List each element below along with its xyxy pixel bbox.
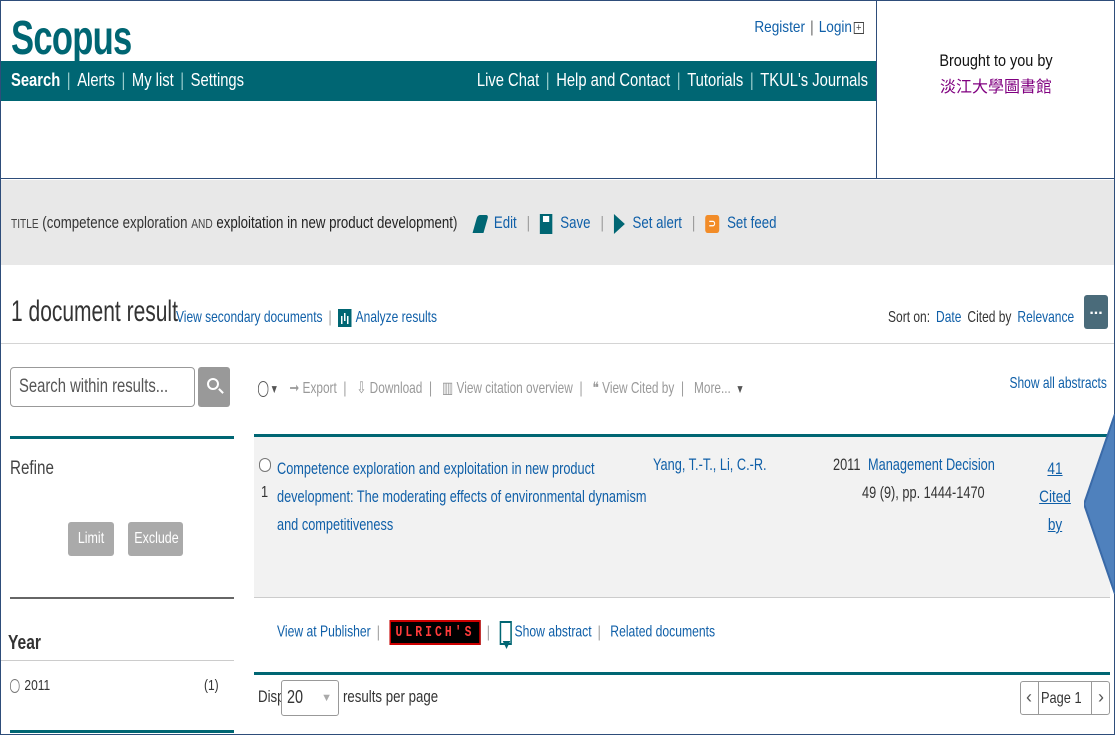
sort-label: Sort on:: [887, 309, 930, 326]
abstract-icon: [499, 620, 512, 649]
search-icon: [207, 378, 219, 390]
sort-controls: Sort on: Date Cited by Relevance: [888, 309, 1080, 327]
limit-to-button[interactable]: Limit to: [68, 522, 114, 581]
select-all-checkbox[interactable]: [258, 380, 269, 397]
per-page-select[interactable]: 20 ▼: [281, 680, 339, 716]
nav-live-chat[interactable]: Live Chat: [477, 70, 539, 90]
sort-cited-by[interactable]: Cited by: [967, 309, 1011, 326]
view-at-publisher-link[interactable]: View at Publisher: [277, 624, 371, 641]
download-button[interactable]: Download: [370, 380, 423, 397]
citation-overview-button[interactable]: View citation overview: [457, 380, 573, 397]
nav-tutorials[interactable]: Tutorials: [687, 70, 743, 90]
nav-search[interactable]: Search: [11, 70, 60, 90]
nav-journals[interactable]: TKUL's Journals: [760, 70, 868, 90]
chevron-down-icon: ▼: [321, 692, 332, 704]
query-term-2: exploitation in new product development: [216, 213, 453, 232]
page-indicator[interactable]: Page 1: [1041, 690, 1082, 708]
document-year: 2011: [833, 455, 861, 474]
save-icon: [540, 213, 553, 234]
result-actions: View at Publisher | ULRICH'S | Show abstra…: [277, 620, 715, 649]
institution-name: 淡江大學圖書館: [939, 79, 1052, 96]
result-number: 1: [261, 484, 269, 501]
nav-alerts[interactable]: Alerts: [77, 70, 115, 90]
main-navbar: Search | Alerts | My list | Settings Live Chat…: [1, 61, 876, 101]
related-documents-link[interactable]: Related documents: [610, 624, 715, 641]
search-within-input[interactable]: Search within results...: [10, 367, 195, 407]
callout-arrow: [1084, 414, 1115, 594]
login-link[interactable]: Login: [819, 19, 852, 36]
results-bottom-border: [254, 672, 1110, 675]
document-title-link[interactable]: Competence exploration and exploitation …: [277, 455, 647, 539]
year-checkbox[interactable]: [10, 679, 20, 694]
alert-icon: [613, 213, 625, 234]
nav-my-list[interactable]: My list: [132, 70, 174, 90]
institution-panel: Brought to you by 淡江大學圖書館: [876, 1, 1114, 179]
header-divider: [1, 178, 1114, 179]
results-header: 1 document result View secondary documen…: [1, 265, 1114, 340]
register-link[interactable]: Register: [754, 19, 805, 36]
document-source-link[interactable]: Management Decision: [868, 455, 995, 475]
show-abstract-link[interactable]: Show abstract: [515, 624, 592, 641]
export-button[interactable]: Export: [303, 380, 337, 397]
chart-icon: [337, 309, 352, 327]
year-facet-item[interactable]: 2011: [10, 677, 50, 694]
result-count: 1 document result: [11, 295, 178, 328]
query-operator: AND: [191, 216, 213, 231]
header: Scopus Register | Login + Search | Alerts | My …: [1, 1, 876, 103]
query-term-1: competence exploration: [46, 213, 188, 232]
pager: ‹ Page 1 ›: [1020, 681, 1110, 715]
account-links: Register | Login +: [754, 19, 864, 37]
sidebar-divider-2: [10, 597, 234, 599]
save-link[interactable]: Save: [560, 213, 590, 232]
prev-page-button[interactable]: ‹: [1026, 687, 1032, 708]
query-bar: TITLE (competence exploration AND exploi…: [1, 180, 1114, 265]
select-dropdown-icon[interactable]: ▼: [270, 382, 279, 396]
set-feed-link[interactable]: Set feed: [727, 213, 776, 232]
nav-help[interactable]: Help and Contact: [556, 70, 670, 90]
sidebar-divider: [10, 436, 234, 439]
document-volume: 49 (9), pp. 1444-1470: [862, 483, 985, 502]
results-divider: [1, 343, 1114, 344]
scopus-logo[interactable]: Scopus: [11, 11, 132, 66]
cited-by-count[interactable]: 41: [1035, 455, 1075, 483]
analyze-results-link[interactable]: Analyze results: [356, 309, 437, 326]
nav-settings[interactable]: Settings: [191, 70, 244, 90]
secondary-documents-link[interactable]: View secondary documents: [176, 309, 323, 326]
edit-link[interactable]: Edit: [494, 213, 517, 232]
refine-heading: Refine: [10, 458, 54, 479]
expand-icon[interactable]: +: [853, 21, 864, 34]
show-all-abstracts-link[interactable]: Show all abstracts: [1010, 375, 1107, 393]
set-alert-link[interactable]: Set alert: [633, 213, 682, 232]
edit-icon: [472, 214, 489, 233]
query-field: TITLE: [11, 216, 39, 231]
document-authors[interactable]: Yang, T.-T., Li, C.-R.: [653, 455, 767, 475]
ulrichs-logo[interactable]: ULRICH'S: [389, 620, 481, 645]
year-facet-count: (1): [204, 677, 219, 694]
sidebar-divider-3: [1, 660, 234, 661]
sort-relevance[interactable]: Relevance: [1017, 309, 1074, 326]
more-menu[interactable]: More...: [694, 380, 731, 397]
result-checkbox[interactable]: [259, 456, 277, 474]
exclude-button[interactable]: Exclude: [128, 522, 183, 556]
cited-by-link[interactable]: 41 Cited by: [1035, 455, 1075, 539]
query-string: TITLE (competence exploration AND exploi…: [11, 213, 777, 234]
search-button[interactable]: [198, 367, 230, 407]
rss-feed-icon: ⊃: [705, 214, 720, 233]
year-facet-heading: Year: [8, 632, 41, 654]
result-links: View secondary documents | Analyze results: [176, 309, 438, 327]
sort-date[interactable]: Date: [936, 309, 961, 326]
result-row-divider: [254, 597, 1110, 598]
results-toolbar: ▼ ➞ Export | ⇩ Download | ▥ View citation …: [258, 378, 744, 398]
more-sort-button[interactable]: ...: [1084, 295, 1108, 329]
per-page-label: results per page: [343, 687, 439, 706]
brought-to-you-label: Brought to you by: [939, 51, 1053, 70]
sidebar-divider-4: [10, 730, 234, 733]
view-cited-by-button[interactable]: View Cited by: [602, 380, 674, 397]
next-page-button[interactable]: ›: [1098, 687, 1104, 708]
